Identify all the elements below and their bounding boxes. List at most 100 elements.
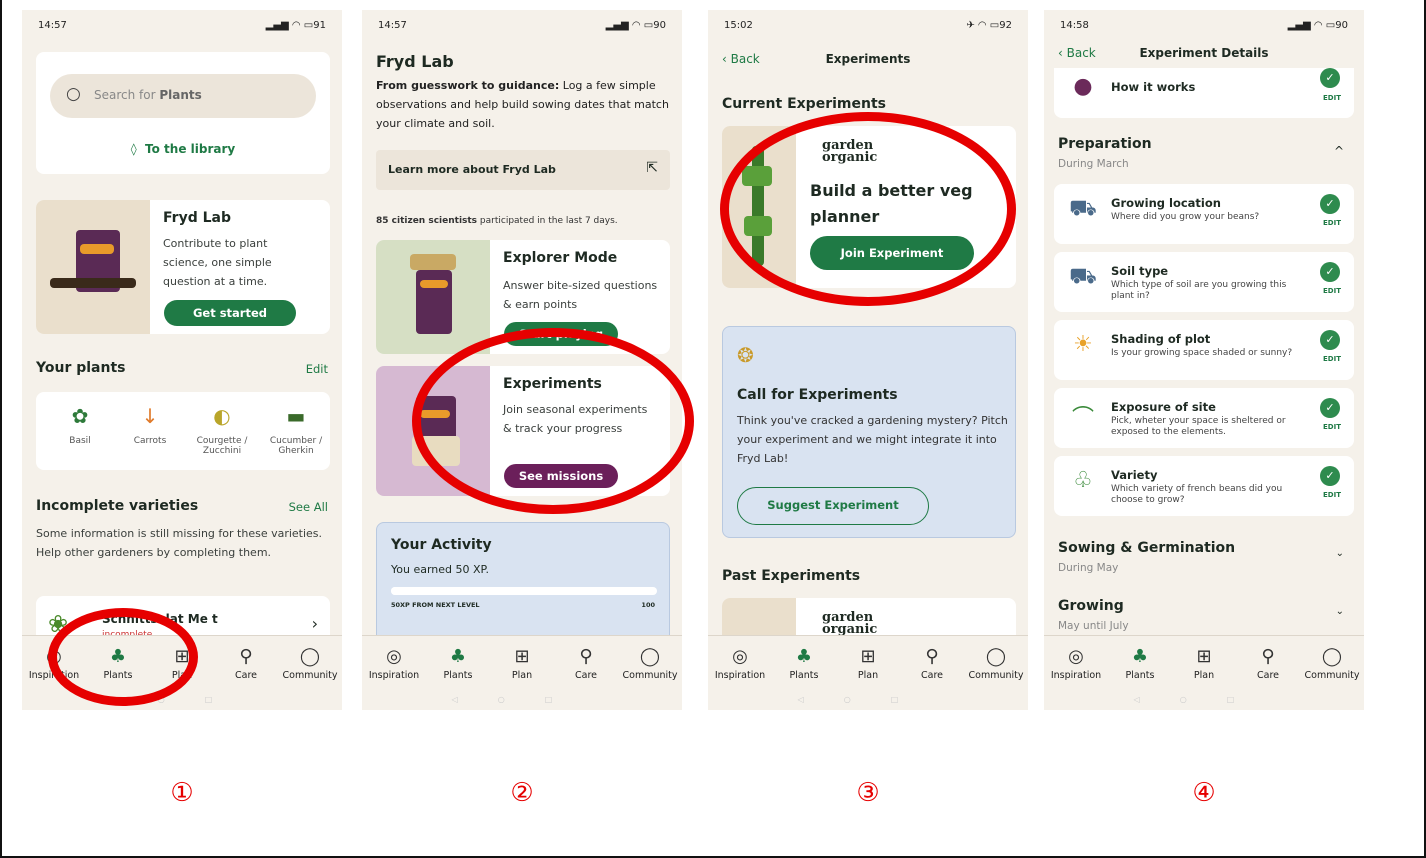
trowel-icon: ⚲ <box>1261 646 1275 667</box>
basil-icon: ✿ <box>71 404 89 428</box>
item-soil-type[interactable]: ⛟ Soil type Which type of soil are you g… <box>1054 252 1354 312</box>
xp-next-level: 50XP FROM NEXT LEVEL <box>391 601 480 609</box>
step-marker-4: ④ <box>1192 778 1216 808</box>
citizen-stat: 85 citizen scientists participated in th… <box>376 216 618 226</box>
see-all-link[interactable]: See All <box>289 500 328 514</box>
your-plants-title: Your plants <box>36 360 126 376</box>
nav-inspiration[interactable]: ◎ Inspiration <box>1044 644 1108 681</box>
status-bar: 14:58 ▂▄▆ ◠ ▭90 <box>1044 10 1364 44</box>
item-growing-location[interactable]: ⛟ Growing location Where did you grow yo… <box>1054 184 1354 244</box>
status-battery: ▂▄▆ ◠ ▭90 <box>1287 20 1348 31</box>
wheelbarrow-icon: ⛟ <box>1069 196 1097 221</box>
item-variety[interactable]: ♧ Variety Which variety of french beans … <box>1054 456 1354 516</box>
edit-link[interactable]: EDIT <box>1323 491 1341 499</box>
activity-earned: You earned 50 XP. <box>391 563 489 576</box>
incomplete-text: Some information is still missing for th… <box>36 527 323 559</box>
incomplete-title: Incomplete varieties <box>36 498 199 514</box>
external-link-icon: ⇱ <box>646 160 658 176</box>
call-text: Think you've cracked a gardening mystery… <box>737 414 1008 465</box>
sowing-title: Sowing & Germination <box>1058 540 1236 556</box>
search-input[interactable]: ○ Search for Plants <box>50 74 316 118</box>
nav-plan[interactable]: ⊞ Plan <box>836 644 900 681</box>
check-icon: ✓ <box>1320 194 1340 214</box>
edit-link[interactable]: EDIT <box>1323 94 1341 102</box>
chevron-up-icon[interactable]: ^ <box>1334 144 1344 158</box>
check-icon: ✓ <box>1320 262 1340 282</box>
courgette-icon: ◐ <box>213 404 231 428</box>
plant-cucumber[interactable]: ▬ Cucumber / Gherkin <box>262 404 330 456</box>
status-bar: 15:02 ✈ ◠ ▭92 <box>708 10 1028 44</box>
library-link[interactable]: ◊ To the library <box>36 142 330 156</box>
nav-community[interactable]: ◯ Community <box>964 644 1028 681</box>
plant-basil[interactable]: ✿ Basil <box>46 404 114 446</box>
chat-bubble-icon: ◯ <box>299 646 321 667</box>
header-title: Experiments <box>825 52 911 66</box>
nav-care[interactable]: ⚲ Care <box>554 644 618 681</box>
how-it-works-label: How it works <box>1111 80 1196 94</box>
phone-screen-4: 14:58 ▂▄▆ ◠ ▭90 ‹ Back Experiment Detail… <box>1044 10 1364 710</box>
status-time: 14:58 <box>1060 20 1089 31</box>
explorer-illustration <box>376 240 490 354</box>
edit-plants-link[interactable]: Edit <box>306 362 328 376</box>
status-time: 15:02 <box>724 20 753 31</box>
plant-carrots[interactable]: ↓ Carrots <box>116 404 184 446</box>
nav-plan[interactable]: ⊞ Plan <box>490 644 554 681</box>
item-exposure[interactable]: ⌒ Exposure of site Pick, wheter your spa… <box>1054 388 1354 448</box>
check-icon: ✓ <box>1320 466 1340 486</box>
compass-icon: ◎ <box>732 646 748 667</box>
chat-bubble-icon: ◯ <box>985 646 1007 667</box>
highlight-ring-plants-tab <box>48 608 198 706</box>
edit-link[interactable]: EDIT <box>1323 423 1341 431</box>
fryd-lab-card[interactable]: Fryd Lab Contribute to plant science, on… <box>36 200 330 334</box>
chevron-down-icon[interactable]: ⌄ <box>1336 548 1344 559</box>
bottom-nav: ◎ Inspiration ♣ Plants ⊞ Plan ⚲ Care ◯ Commun… <box>362 635 682 710</box>
garden-organic-logo: garden organic <box>822 610 878 637</box>
status-bar: 14:57 ▂▄▆ ◠ ▭90 <box>362 10 682 44</box>
how-it-works-row[interactable]: ● How it works ✓ EDIT <box>1054 68 1354 118</box>
nav-plants[interactable]: ♣ Plants <box>1108 644 1172 681</box>
fryd-card-title: Fryd Lab <box>163 210 231 226</box>
trowel-icon: ⚲ <box>579 646 593 667</box>
highlight-ring-experiments <box>412 328 694 514</box>
item-shading[interactable]: ☀ Shading of plot Is your growing space … <box>1054 320 1354 380</box>
nav-care[interactable]: ⚲ Care <box>900 644 964 681</box>
nav-care[interactable]: ⚲ Care <box>1236 644 1300 681</box>
nav-inspiration[interactable]: ◎ Inspiration <box>362 644 426 681</box>
step-marker-2: ② <box>510 778 534 808</box>
nav-community[interactable]: ◯ Community <box>1300 644 1364 681</box>
xp-progress-fill <box>391 587 524 595</box>
compass-icon: ◎ <box>386 646 402 667</box>
check-icon: ✓ <box>1320 398 1340 418</box>
nav-care[interactable]: ⚲ Care <box>214 644 278 681</box>
nav-plan[interactable]: ⊞ Plan <box>1172 644 1236 681</box>
trowel-icon: ⚲ <box>925 646 939 667</box>
learn-more-link[interactable]: Learn more about Fryd Lab ⇱ <box>376 150 670 190</box>
plants-row: ✿ Basil ↓ Carrots ◐ Courgette / Zucchini… <box>36 392 330 470</box>
nav-community[interactable]: ◯ Community <box>618 644 682 681</box>
trowel-icon: ⚲ <box>239 646 253 667</box>
nav-plants[interactable]: ♣ Plants <box>772 644 836 681</box>
fryd-card-text: Contribute to plant science, one simple … <box>163 237 272 288</box>
sprout-icon: ♣ <box>449 646 467 667</box>
plant-courgette[interactable]: ◐ Courgette / Zucchini <box>186 404 258 456</box>
edit-link[interactable]: EDIT <box>1323 219 1341 227</box>
nav-plants[interactable]: ♣ Plants <box>426 644 490 681</box>
growing-title: Growing <box>1058 598 1124 614</box>
nav-inspiration[interactable]: ◎ Inspiration <box>708 644 772 681</box>
grid-icon: ⊞ <box>514 646 530 667</box>
call-for-experiments-card: ❂ Call for Experiments Think you've crac… <box>722 326 1016 538</box>
get-started-button[interactable]: Get started <box>164 300 296 326</box>
current-experiments-title: Current Experiments <box>722 96 886 112</box>
status-time: 14:57 <box>38 20 67 31</box>
call-title: Call for Experiments <box>737 387 898 403</box>
chevron-down-icon[interactable]: ⌄ <box>1336 606 1344 617</box>
suggest-experiment-button[interactable]: Suggest Experiment <box>737 487 929 525</box>
sprout-icon: ♣ <box>795 646 813 667</box>
xp-progress-bar <box>391 587 657 595</box>
step-marker-3: ③ <box>856 778 880 808</box>
edit-link[interactable]: EDIT <box>1323 287 1341 295</box>
edit-link[interactable]: EDIT <box>1323 355 1341 363</box>
sun-icon: ☀ <box>1073 332 1093 357</box>
nav-community[interactable]: ◯ Community <box>278 644 342 681</box>
bottom-nav: ◎ Inspiration ♣ Plants ⊞ Plan ⚲ Care ◯ Commun… <box>708 635 1028 710</box>
